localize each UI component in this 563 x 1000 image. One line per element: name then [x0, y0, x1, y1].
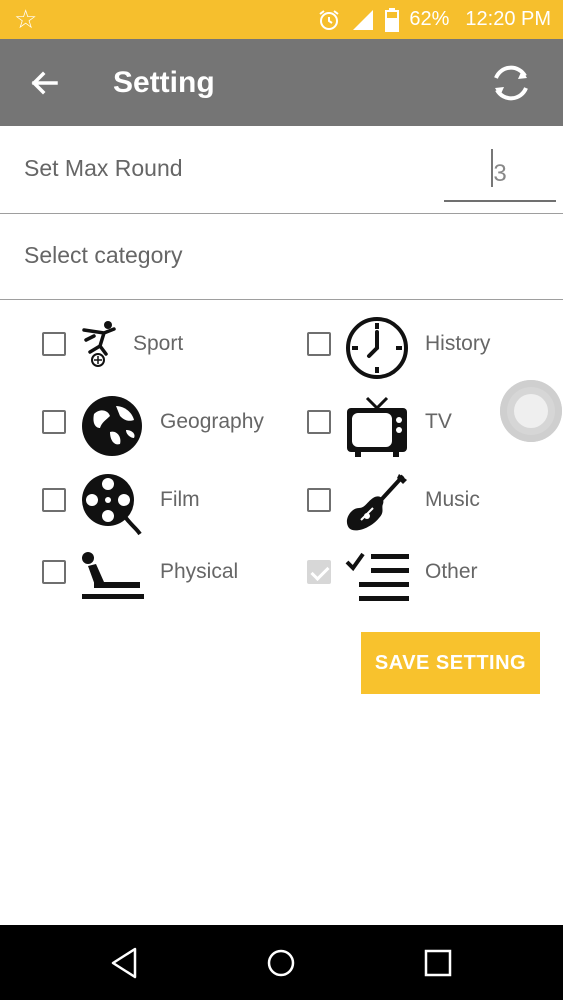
- clock-icon: [346, 317, 408, 379]
- checkbox[interactable]: [42, 488, 66, 512]
- checkbox[interactable]: [307, 488, 331, 512]
- signal-icon: [353, 9, 374, 30]
- clock-time: 12:20 PM: [465, 8, 551, 30]
- app-bar: Setting: [0, 39, 563, 126]
- status-bar: ☆ 62% 12:20 PM: [0, 0, 563, 39]
- category-label: Music: [425, 488, 480, 511]
- category-label: Geography: [160, 410, 264, 433]
- checkbox[interactable]: [307, 410, 331, 434]
- category-geography[interactable]: Geography: [42, 394, 292, 456]
- globe-icon: [82, 396, 142, 456]
- max-round-label: Set Max Round: [24, 155, 183, 181]
- category-physical[interactable]: Physical: [42, 544, 262, 604]
- category-tv[interactable]: TV: [307, 394, 507, 457]
- tv-icon: [347, 396, 407, 457]
- category-history[interactable]: History: [307, 316, 527, 379]
- navigation-bar: [0, 925, 563, 1000]
- refresh-icon[interactable]: [486, 58, 536, 108]
- category-sport[interactable]: Sport: [42, 316, 262, 376]
- back-triangle-icon[interactable]: [105, 943, 145, 983]
- category-label: Other: [425, 560, 478, 583]
- checkbox[interactable]: [307, 332, 331, 356]
- recents-square-icon[interactable]: [418, 943, 458, 983]
- pushup-icon: [82, 552, 144, 599]
- category-label: Physical: [160, 560, 239, 583]
- star-icon: ☆: [14, 4, 38, 34]
- category-label: Sport: [133, 332, 184, 355]
- save-setting-button[interactable]: SAVE SETTING: [361, 632, 540, 694]
- battery-percent: 62%: [409, 8, 450, 30]
- home-circle-icon[interactable]: [261, 943, 301, 983]
- battery-icon: [385, 7, 400, 32]
- film-reel-icon: [82, 474, 142, 536]
- text-cursor: [491, 149, 493, 187]
- guitar-icon: [346, 474, 407, 531]
- category-label: Film: [160, 488, 200, 511]
- checklist-icon: [345, 552, 409, 601]
- soccer-player-icon: [82, 321, 116, 367]
- checkbox[interactable]: [42, 332, 66, 356]
- category-film[interactable]: Film: [42, 472, 262, 536]
- floating-touch-button[interactable]: [500, 380, 562, 442]
- category-music[interactable]: Music: [307, 472, 527, 532]
- max-round-input[interactable]: [444, 148, 556, 202]
- category-other[interactable]: Other: [307, 544, 527, 604]
- page-title: Setting: [113, 66, 215, 99]
- checkbox[interactable]: [42, 560, 66, 584]
- checkbox[interactable]: [42, 410, 66, 434]
- alarm-icon: [319, 9, 339, 30]
- category-label: TV: [425, 410, 452, 433]
- select-category-label: Select category: [24, 242, 183, 268]
- category-label: History: [425, 332, 491, 355]
- checkbox-checked[interactable]: [307, 560, 331, 584]
- arrow-back-icon[interactable]: [22, 61, 66, 105]
- category-row: Select category: [0, 213, 563, 300]
- max-round-row: Set Max Round: [0, 126, 563, 214]
- status-icons: 62% 12:20 PM: [317, 0, 551, 39]
